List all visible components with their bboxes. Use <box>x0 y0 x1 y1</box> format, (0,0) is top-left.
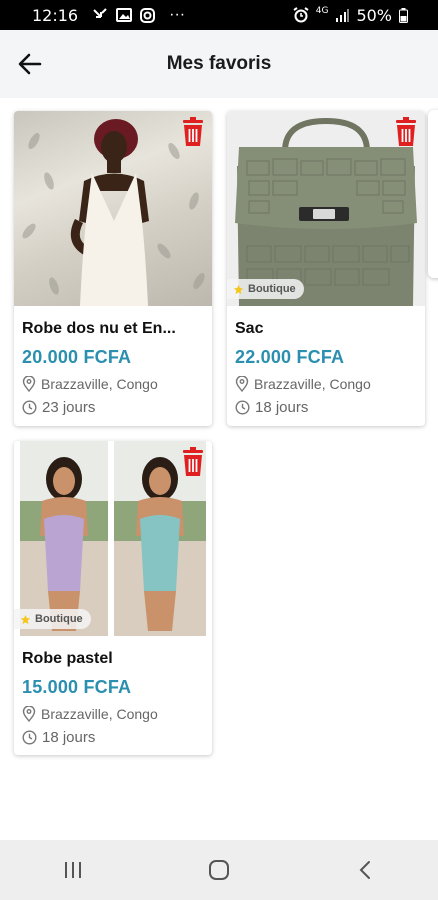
product-location-row: Brazzaville, Congo <box>22 376 212 392</box>
product-card[interactable]: Boutique Sac 22.000 FCFA Brazzaville, Co… <box>227 111 425 426</box>
status-system-icons: 4G 50% <box>293 0 408 30</box>
clock-icon <box>22 730 37 745</box>
product-price: 20.000 FCFA <box>22 347 132 367</box>
product-age-row: 18 jours <box>235 399 425 416</box>
product-age: 18 jours <box>42 729 96 746</box>
trash-icon <box>183 117 203 146</box>
product-image: Boutique <box>14 441 212 636</box>
recents-icon <box>65 862 81 878</box>
system-back-button[interactable] <box>335 850 395 890</box>
battery-icon <box>399 7 408 23</box>
location-pin-icon <box>22 706 36 722</box>
location-pin-icon <box>22 376 36 392</box>
product-name: Robe dos nu et En... <box>22 320 176 337</box>
system-nav-bar <box>0 840 438 900</box>
product-location-row: Brazzaville, Congo <box>22 706 212 722</box>
boutique-badge: Boutique <box>227 279 304 299</box>
recents-button[interactable] <box>43 850 103 890</box>
star-icon <box>20 614 31 624</box>
back-chevron-icon <box>359 861 370 879</box>
status-time: 12:16 <box>32 5 79 25</box>
product-location: Brazzaville, Congo <box>254 376 371 392</box>
product-price: 15.000 FCFA <box>22 677 132 697</box>
clock-icon <box>22 400 37 415</box>
more-notifications-icon: ··· <box>169 6 186 23</box>
missed-call-icon <box>92 8 108 22</box>
instagram-icon <box>140 7 156 23</box>
clock-icon <box>235 400 250 415</box>
page-title: Mes favoris <box>166 53 272 74</box>
product-price: 22.000 FCFA <box>235 347 345 367</box>
product-card[interactable]: Robe dos nu et En... 20.000 FCFA Brazzav… <box>14 111 212 426</box>
arrow-left-icon <box>18 53 42 75</box>
product-image <box>14 111 212 306</box>
signal-icon <box>335 8 350 22</box>
product-location: Brazzaville, Congo <box>41 706 158 722</box>
product-age-row: 18 jours <box>22 729 212 746</box>
badge-label: Boutique <box>248 283 296 295</box>
back-button[interactable] <box>14 48 46 80</box>
app-header: Mes favoris <box>0 30 438 98</box>
remove-favorite-button[interactable] <box>393 117 419 147</box>
badge-label: Boutique <box>35 613 83 625</box>
boutique-badge: Boutique <box>14 609 91 629</box>
remove-favorite-button[interactable] <box>180 117 206 147</box>
product-location-row: Brazzaville, Congo <box>235 376 425 392</box>
gallery-icon <box>116 8 133 22</box>
favorites-grid: Robe dos nu et En... 20.000 FCFA Brazzav… <box>0 98 438 840</box>
product-card[interactable]: Boutique Robe pastel 15.000 FCFA Brazzav… <box>14 441 212 755</box>
product-age: 18 jours <box>255 399 309 416</box>
home-icon <box>209 860 229 880</box>
product-image: Boutique <box>227 111 425 306</box>
star-icon <box>233 284 244 294</box>
alarm-icon <box>293 7 309 23</box>
product-location: Brazzaville, Congo <box>41 376 158 392</box>
status-bar: 12:16 ··· 4G 50% <box>0 0 438 30</box>
location-pin-icon <box>235 376 249 392</box>
product-age: 23 jours <box>42 399 96 416</box>
home-button[interactable] <box>189 850 249 890</box>
product-age-row: 23 jours <box>22 399 212 416</box>
partial-card-edge <box>428 110 438 278</box>
status-notification-icons: ··· <box>92 6 185 24</box>
product-name: Robe pastel <box>22 650 113 667</box>
remove-favorite-button[interactable] <box>180 447 206 477</box>
trash-icon <box>183 447 203 476</box>
network-type-label: 4G <box>315 5 329 16</box>
battery-percent: 50% <box>356 5 392 25</box>
trash-icon <box>396 117 416 146</box>
product-name: Sac <box>235 320 264 337</box>
